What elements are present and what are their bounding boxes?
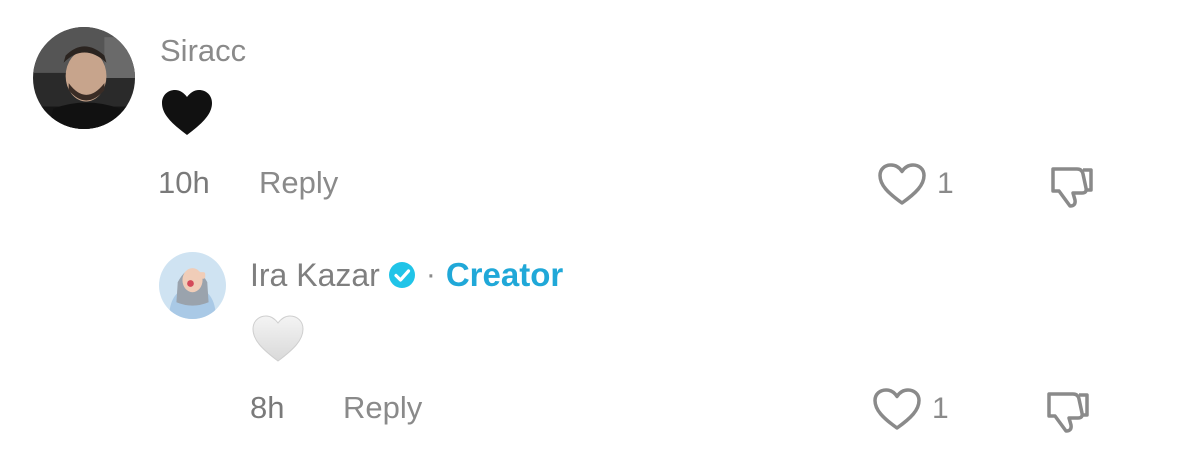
avatar[interactable] <box>159 252 226 319</box>
like-count: 1 <box>937 167 954 200</box>
avatar-image <box>33 27 135 129</box>
black-heart-icon <box>161 89 213 137</box>
dislike-button[interactable] <box>1043 387 1093 433</box>
dislike-button[interactable] <box>1047 162 1097 208</box>
avatar-image <box>159 252 226 319</box>
creator-label: Creator <box>445 256 564 293</box>
like-count: 1 <box>932 392 949 425</box>
heart-outline-icon <box>873 388 921 430</box>
thumbs-down-icon <box>1047 392 1089 433</box>
reply-button[interactable]: Reply <box>343 390 422 426</box>
separator-dot: · <box>425 258 436 291</box>
reply-comment-item: Ira Kazar · Creator 8h Reply 1 <box>0 230 1200 471</box>
white-heart-icon <box>252 315 304 363</box>
verified-badge-icon <box>388 261 416 289</box>
timestamp: 8h <box>250 390 285 425</box>
username[interactable]: Ira Kazar <box>250 257 380 293</box>
like-button[interactable]: 1 <box>872 387 949 431</box>
comment-item: Siracc 10h Reply 1 <box>0 0 1200 230</box>
comment-header: Ira Kazar · Creator <box>250 256 564 294</box>
thumbs-down-icon <box>1051 167 1093 208</box>
timestamp: 10h <box>158 165 210 200</box>
username[interactable]: Siracc <box>160 33 246 69</box>
like-button[interactable]: 1 <box>877 162 954 206</box>
heart-outline-icon <box>878 163 926 205</box>
reply-button[interactable]: Reply <box>259 165 338 201</box>
avatar[interactable] <box>33 27 135 129</box>
